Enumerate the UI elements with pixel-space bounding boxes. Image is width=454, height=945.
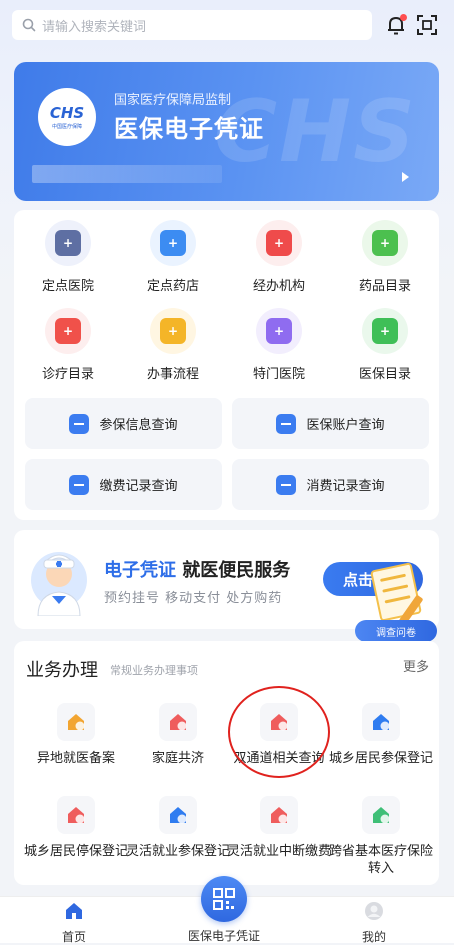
business-item-label: 城乡居民停保登记 bbox=[24, 844, 129, 859]
highlight-annotation-circle bbox=[228, 686, 330, 778]
service-item-5[interactable]: + 办事流程 bbox=[128, 308, 218, 382]
business-subtitle: 常规业务办理事项 bbox=[110, 664, 198, 677]
treatment-icon: + bbox=[45, 308, 91, 354]
institution-icon: + bbox=[256, 220, 302, 266]
quick-query-button-0[interactable]: 参保信息查询 bbox=[25, 398, 222, 449]
search-placeholder: 请输入搜索关键词 bbox=[42, 19, 147, 35]
notification-button[interactable] bbox=[385, 14, 407, 36]
flex-enroll-icon bbox=[159, 796, 197, 834]
banner-title: 医保电子凭证 bbox=[114, 115, 264, 143]
business-item-0[interactable]: 异地就医备案 bbox=[24, 703, 128, 767]
home-icon bbox=[66, 903, 82, 919]
masked-user-info bbox=[32, 165, 222, 183]
hospital-icon: + bbox=[45, 220, 91, 266]
pharmacy-icon: + bbox=[150, 220, 196, 266]
quick-query-button-3[interactable]: 消费记录查询 bbox=[232, 459, 429, 510]
flex-stop-icon bbox=[260, 796, 298, 834]
payment-icon bbox=[69, 474, 90, 495]
services-card: + 定点医院 + 定点药店 + 经办机构 + 药品目录 + 诊疗目录 + 办事流程 + 特门医院 + 医保目录… bbox=[14, 210, 439, 520]
tab-mine[interactable]: 我的 bbox=[324, 901, 424, 945]
tab-insurance-card[interactable]: 医保电子凭证 bbox=[174, 927, 274, 944]
quick-query-label: 参保信息查询 bbox=[99, 418, 178, 433]
catalog-icon: + bbox=[362, 308, 408, 354]
tab-home[interactable]: 首页 bbox=[24, 901, 124, 945]
quick-query-label: 医保账户查询 bbox=[306, 418, 385, 433]
service-item-label: 药品目录 bbox=[358, 279, 411, 294]
business-item-label: 家庭共济 bbox=[151, 751, 204, 766]
pill-icon: + bbox=[362, 220, 408, 266]
survey-button[interactable]: 调查问卷 bbox=[355, 562, 439, 644]
account-icon bbox=[276, 413, 297, 434]
quick-query-button-2[interactable]: 缴费记录查询 bbox=[25, 459, 222, 510]
quick-query-label: 消费记录查询 bbox=[306, 479, 385, 494]
logo-text: CHS bbox=[49, 104, 85, 122]
scan-icon bbox=[417, 15, 437, 35]
promo-title: 电子凭证 就医便民服务 bbox=[104, 556, 290, 582]
service-item-label: 经办机构 bbox=[252, 279, 305, 294]
business-item-5[interactable]: 灵活就业参保登记 bbox=[126, 796, 230, 860]
chs-logo: CHS 中国医疗保障 bbox=[38, 88, 96, 146]
process-icon: + bbox=[150, 308, 196, 354]
promo-subtitle: 预约挂号 移动支付 处方购药 bbox=[104, 591, 283, 606]
insurance-info-icon bbox=[69, 413, 90, 434]
service-item-label: 办事流程 bbox=[146, 367, 199, 382]
business-title: 业务办理 bbox=[26, 660, 98, 681]
doctor-avatar-icon bbox=[31, 552, 87, 616]
tab-home-label: 首页 bbox=[61, 930, 86, 944]
service-item-4[interactable]: + 诊疗目录 bbox=[23, 308, 113, 382]
business-more-link[interactable]: 更多 bbox=[403, 656, 429, 675]
avatar-icon bbox=[365, 902, 383, 920]
service-item-6[interactable]: + 特门医院 bbox=[234, 308, 324, 382]
family-icon bbox=[159, 703, 197, 741]
stop-icon bbox=[57, 796, 95, 834]
heart-icon: + bbox=[256, 308, 302, 354]
promo-title-highlight: 电子凭证 bbox=[104, 560, 176, 581]
service-item-label: 定点医院 bbox=[41, 279, 94, 294]
banner-arrow-icon[interactable] bbox=[402, 172, 409, 182]
service-item-1[interactable]: + 定点药店 bbox=[128, 220, 218, 294]
notification-dot bbox=[400, 14, 407, 21]
yuan-icon bbox=[276, 474, 297, 495]
business-item-7[interactable]: 跨省基本医疗保险转入 bbox=[329, 796, 433, 877]
tab-mine-label: 我的 bbox=[361, 930, 386, 944]
remote-icon bbox=[57, 703, 95, 741]
clipboard-icon bbox=[370, 562, 422, 622]
quick-query-label: 缴费记录查询 bbox=[99, 479, 178, 494]
tab-center-label: 医保电子凭证 bbox=[187, 929, 260, 943]
service-item-0[interactable]: + 定点医院 bbox=[23, 220, 113, 294]
service-item-7[interactable]: + 医保目录 bbox=[340, 308, 430, 382]
quick-query-button-1[interactable]: 医保账户查询 bbox=[232, 398, 429, 449]
service-item-3[interactable]: + 药品目录 bbox=[340, 220, 430, 294]
enroll-icon bbox=[362, 703, 400, 741]
banner-supervisor: 国家医疗保障局监制 bbox=[114, 93, 232, 108]
search-input[interactable]: 请输入搜索关键词 bbox=[12, 10, 372, 40]
service-item-label: 医保目录 bbox=[358, 367, 411, 382]
service-item-label: 诊疗目录 bbox=[41, 367, 94, 382]
business-item-6[interactable]: 灵活就业中断缴费 bbox=[227, 796, 331, 860]
survey-label: 调查问卷 bbox=[355, 620, 437, 642]
qr-code-icon bbox=[213, 888, 235, 910]
business-item-1[interactable]: 家庭共济 bbox=[126, 703, 230, 767]
business-item-4[interactable]: 城乡居民停保登记 bbox=[24, 796, 128, 860]
business-item-3[interactable]: 城乡居民参保登记 bbox=[329, 703, 433, 767]
service-item-label: 特门医院 bbox=[252, 367, 305, 382]
business-card: 业务办理 常规业务办理事项 更多 异地就医备案 家庭共济 双通道相关查询 城乡居民参保… bbox=[14, 641, 439, 885]
business-item-label: 灵活就业参保登记 bbox=[126, 844, 231, 859]
business-item-label: 灵活就业中断缴费 bbox=[227, 844, 332, 859]
promo-title-rest: 就医便民服务 bbox=[176, 560, 291, 581]
scan-button[interactable] bbox=[416, 14, 438, 36]
qr-code-button[interactable] bbox=[201, 876, 247, 922]
business-item-label: 跨省基本医疗保险转入 bbox=[329, 844, 434, 876]
service-item-2[interactable]: + 经办机构 bbox=[234, 220, 324, 294]
business-item-label: 城乡居民参保登记 bbox=[329, 751, 434, 766]
search-icon bbox=[22, 18, 36, 32]
insurance-card-banner[interactable]: CHS CHS 中国医疗保障 国家医疗保障局监制 医保电子凭证 bbox=[14, 62, 439, 201]
logo-subtext: 中国医疗保障 bbox=[51, 124, 82, 130]
transfer-icon bbox=[362, 796, 400, 834]
service-item-label: 定点药店 bbox=[146, 279, 199, 294]
business-item-label: 异地就医备案 bbox=[36, 751, 115, 766]
